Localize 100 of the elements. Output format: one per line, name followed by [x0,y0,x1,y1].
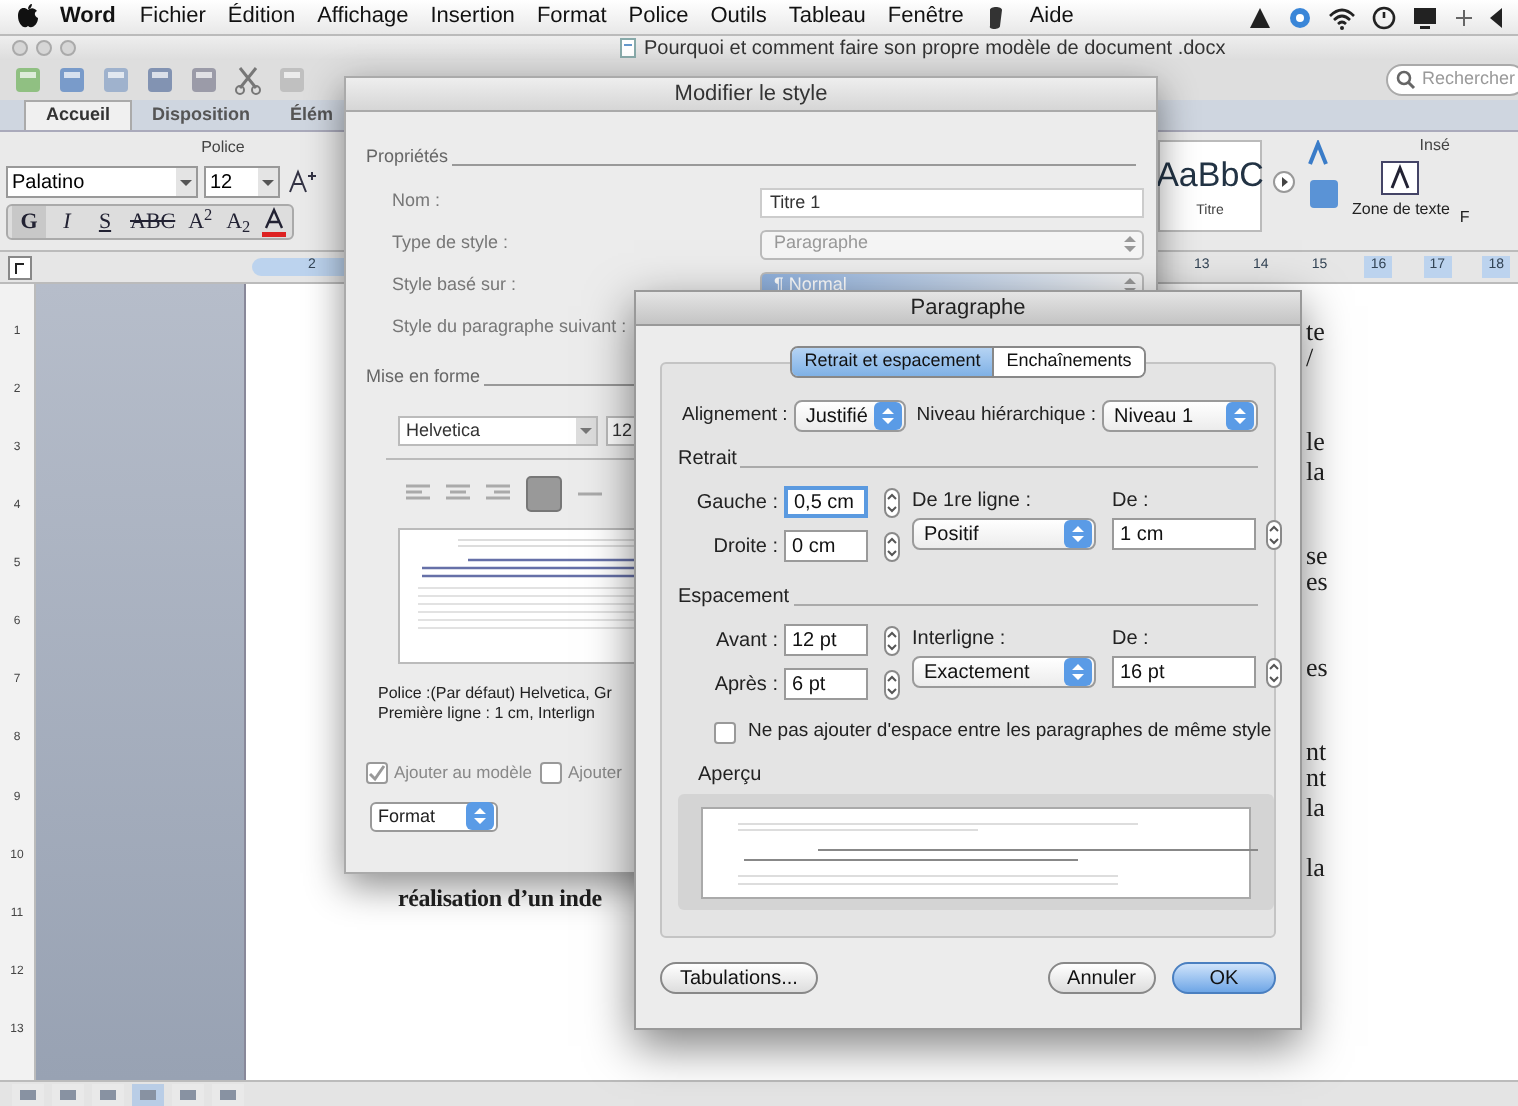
updown-arrows-icon [466,802,494,831]
dropdown[interactable]: Justifié [793,400,907,432]
speaker-icon[interactable] [1490,5,1502,29]
updown-arrows-icon [1226,402,1254,430]
format-button[interactable]: I [50,206,84,238]
display-icon[interactable] [1412,5,1438,29]
caret-icon [258,168,278,196]
window-title: Pourquoi et comment faire son propre modèle de document .docx [644,35,1226,63]
align-left-icon[interactable] [406,484,430,504]
menu-item[interactable]: Affichage [317,0,409,34]
justify-icon[interactable] [526,476,562,512]
format-button[interactable]: ABC [126,206,180,238]
segment-tab[interactable]: Retrait et espacement [792,348,993,376]
stepper-button[interactable] [884,625,900,655]
menu-item[interactable]: Tableau [788,0,866,34]
font-field[interactable]: Palatino [6,166,198,198]
document-text: le [1306,424,1325,460]
menu-item[interactable]: Format [536,0,607,34]
tab-stop-icon[interactable] [8,255,32,279]
segment-tab[interactable]: Enchaînements [992,348,1144,376]
format-button[interactable]: A$_{2}$ [221,206,256,238]
ok-button[interactable]: OK [1172,962,1276,994]
stepper-button[interactable] [884,531,900,561]
scissors-icon[interactable] [232,64,264,96]
document-text: réalisation d’un inde [398,882,602,916]
input-field[interactable]: Titre 1 [760,187,1144,217]
section-label: Aperçu [698,762,764,791]
format-button[interactable]: G [12,206,46,238]
field-label: Avant : [714,627,778,655]
field-label: De 1re ligne : [912,488,1033,516]
menu-item[interactable]: Police [628,0,689,34]
stepper-button[interactable] [1266,519,1282,549]
input-field[interactable]: 0 cm [784,530,868,562]
stepper-button[interactable] [1266,657,1282,687]
close-button[interactable] [12,40,28,56]
ribbon-tab[interactable]: Accueil [24,100,133,130]
section-label: Espacement [678,584,790,612]
checkbox[interactable] [366,761,388,784]
wifi-icon[interactable] [1328,5,1356,29]
font-color-icon[interactable] [259,206,288,238]
ribbon-button-label[interactable]: F [1459,206,1470,230]
document-icon [620,38,636,58]
dialog-title: Modifier le style [674,79,828,110]
input-field[interactable]: 0,5 cm [784,486,868,518]
ribbon-button-label[interactable]: Zone de texte [1352,198,1450,222]
dropdown[interactable]: Exactement [912,656,1096,688]
apple-icon[interactable] [16,4,40,30]
stepper-button[interactable] [884,487,900,517]
grow-font-icon[interactable] [286,168,318,196]
gear-icon[interactable] [1288,5,1312,29]
ribbon-tab[interactable]: Disposition [132,100,271,130]
tabs-button[interactable]: Tabulations... [660,962,818,994]
search-icon [1396,70,1416,90]
section-label: Retrait [678,446,737,474]
menu-item[interactable]: Aide [1029,0,1074,34]
document-text: es [1306,650,1328,686]
updown-arrows-icon [1064,520,1092,548]
format-button[interactable]: S [88,206,122,238]
size-field[interactable]: 12 [204,166,280,198]
triangle-icon[interactable] [1248,5,1272,29]
minimize-button[interactable] [36,40,52,56]
input-field[interactable]: 1 cm [1112,518,1256,550]
field-label: Nom : [392,188,441,215]
input-field[interactable]: 12 pt [784,624,868,656]
checkbox[interactable] [540,761,562,784]
align-right-icon[interactable] [486,484,510,504]
input-field[interactable]: 16 pt [1112,656,1256,688]
clock-icon[interactable] [1372,5,1396,29]
dropdown[interactable]: Positif [912,518,1096,550]
zoom-button[interactable] [60,40,76,56]
menu-item[interactable]: Insertion [430,0,515,34]
search-placeholder: Rechercher [1422,66,1516,93]
updown-arrows-icon [1064,658,1092,686]
document-text: la [1306,850,1325,886]
field-label: Style du paragraphe suivant : [392,314,627,341]
format-button[interactable]: A$^{2}$ [183,206,218,238]
checkbox-label: Ajouter au modèle [394,760,532,786]
field-label: Droite : [711,533,778,561]
align-center-icon[interactable] [446,484,470,504]
cancel-button[interactable]: Annuler [1047,962,1156,994]
menu-item[interactable]: Fichier [139,0,206,34]
text-box-icon[interactable] [1378,158,1423,198]
caret-icon [176,168,196,196]
menu-item[interactable]: Fenêtre [887,0,964,34]
stepper-button[interactable] [884,669,900,699]
menu-item[interactable]: Word [60,0,116,34]
menu-item[interactable]: Outils [710,0,767,34]
dropdown[interactable]: Niveau 1 [1102,400,1258,432]
section-label: Propriétés [366,144,449,170]
input-field[interactable]: 6 pt [784,668,868,700]
field-label: Après : [712,671,778,699]
play-icon[interactable] [1272,170,1296,194]
style-description: Première ligne : 1 cm, Interlign [378,704,597,724]
menu-item[interactable]: Édition [227,0,296,34]
ribbon-tab[interactable]: Élém [270,100,354,130]
checkbox-label: Ne pas ajouter d'espace entre les paragraphes de même style [748,718,1272,746]
caret-icon [576,418,596,444]
format-dropdown[interactable]: Format [370,801,498,832]
checkbox[interactable] [714,721,736,744]
font-field[interactable]: Helvetica [398,416,598,446]
